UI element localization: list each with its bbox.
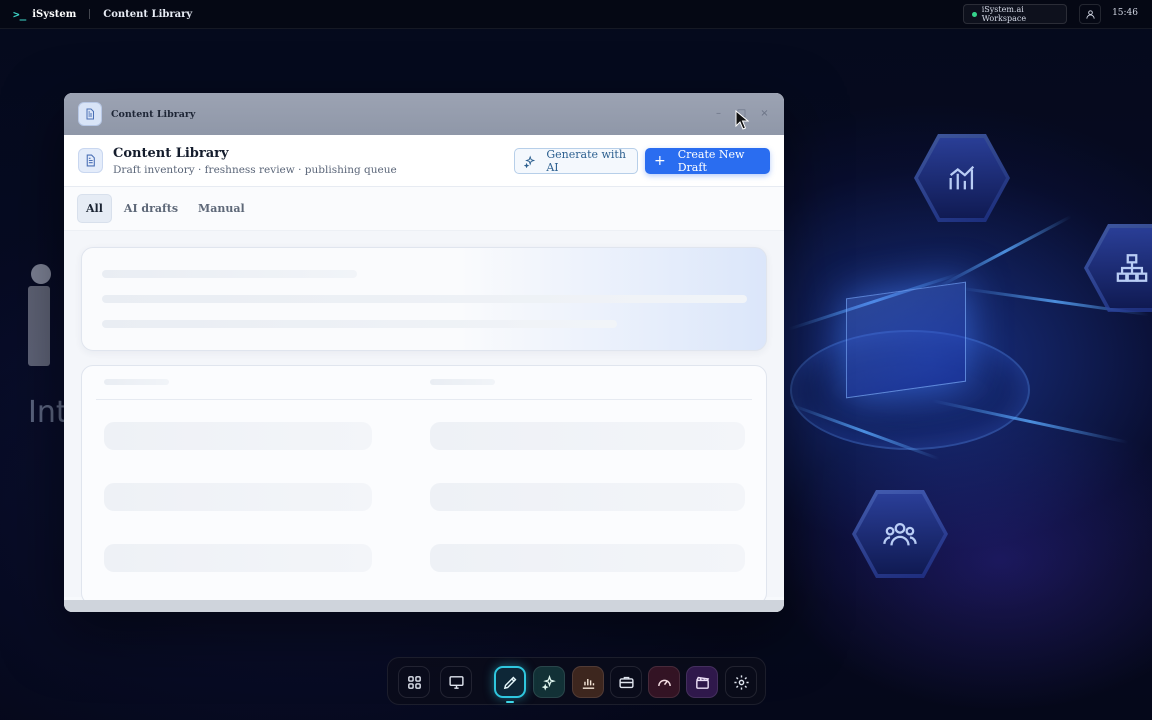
skeleton-row	[430, 422, 745, 450]
skeleton-header	[430, 379, 495, 385]
user-menu-button[interactable]	[1079, 4, 1101, 24]
library-content	[64, 231, 784, 605]
library-header: Content Library Draft inventory · freshn…	[64, 135, 784, 187]
hex-hierarchy	[1084, 224, 1152, 312]
hex-analytics	[914, 134, 1010, 222]
skeleton-row	[104, 483, 372, 511]
briefcase-icon	[618, 676, 634, 688]
sparkles-icon	[524, 154, 536, 168]
workspace-switcher[interactable]: iSystem.ai Workspace	[963, 4, 1067, 24]
content-library-window: Content Library – □ × Content Library Dr…	[64, 93, 784, 612]
dock-briefcase[interactable]	[610, 666, 642, 698]
tab-ai-drafts[interactable]: AI drafts	[116, 195, 186, 222]
dock-content-library[interactable]	[494, 666, 526, 698]
network-cube	[846, 281, 966, 399]
mouse-cursor-icon	[735, 110, 749, 130]
current-app-name: Content Library	[103, 8, 193, 20]
skeleton-line	[102, 270, 357, 278]
brand-name[interactable]: iSystem	[32, 9, 76, 20]
settings-icon	[733, 674, 749, 690]
terminal-logo-icon: >_	[13, 7, 27, 21]
workspace-label: iSystem.ai Workspace	[981, 5, 1027, 23]
glow-line	[938, 214, 1072, 289]
skeleton-row	[104, 544, 372, 572]
close-button[interactable]: ×	[759, 106, 770, 120]
workspace-status-dot	[972, 11, 977, 17]
sparkles-icon	[541, 674, 556, 691]
minimize-button[interactable]: –	[713, 106, 724, 120]
table-divider	[96, 399, 752, 400]
page-title: Content Library	[113, 145, 229, 161]
window-title: Content Library	[111, 108, 196, 120]
monitor-icon	[448, 675, 464, 689]
bar-chart-icon	[582, 678, 594, 689]
skeleton-row	[430, 544, 745, 572]
clock: 15:46	[1112, 8, 1138, 18]
active-app-indicator	[506, 701, 514, 703]
hero-glyph	[28, 286, 50, 366]
skeleton-row	[104, 422, 372, 450]
window-titlebar[interactable]: Content Library – □ ×	[64, 93, 784, 135]
drafts-table-skeleton	[81, 365, 767, 605]
system-topbar: >_ iSystem Content Library iSystem.ai Wo…	[0, 0, 1152, 29]
document-icon	[78, 102, 102, 126]
plus-icon: +	[654, 153, 666, 169]
summary-card-skeleton	[81, 247, 767, 351]
page-subtitle: Draft inventory · freshness review · pub…	[113, 163, 397, 176]
app-dock	[387, 657, 766, 705]
document-icon	[78, 148, 103, 173]
dock-settings[interactable]	[725, 666, 757, 698]
skeleton-header	[104, 379, 169, 385]
dock-media[interactable]	[686, 666, 718, 698]
user-icon	[1085, 9, 1095, 19]
skeleton-line	[102, 320, 617, 328]
filter-tabs: All AI drafts Manual	[64, 187, 784, 231]
hex-users	[852, 490, 948, 578]
dock-apps[interactable]	[398, 666, 430, 698]
generate-label: Generate with AI	[546, 148, 626, 174]
generate-with-ai-button[interactable]: Generate with AI	[514, 148, 638, 174]
dock-ai[interactable]	[533, 666, 565, 698]
dock-desktop[interactable]	[440, 666, 472, 698]
users-icon	[883, 522, 917, 546]
tab-all[interactable]: All	[77, 194, 112, 223]
line-chart-icon	[949, 165, 975, 190]
gauge-icon	[657, 679, 671, 686]
hero-text: Int	[28, 395, 68, 430]
skeleton-row	[430, 483, 745, 511]
create-label: Create New Draft	[677, 148, 745, 174]
hierarchy-icon	[1116, 254, 1148, 282]
clapperboard-icon	[695, 676, 709, 689]
hero-dot	[31, 264, 51, 284]
apps-grid-icon	[407, 675, 421, 689]
dock-analytics[interactable]	[572, 666, 604, 698]
topbar-divider	[89, 9, 91, 19]
pen-tool-icon	[503, 676, 516, 689]
skeleton-line	[102, 295, 747, 303]
tab-manual[interactable]: Manual	[190, 195, 253, 222]
create-new-draft-button[interactable]: + Create New Draft	[645, 148, 770, 174]
dock-performance[interactable]	[648, 666, 680, 698]
window-scrollbar[interactable]	[64, 600, 784, 612]
